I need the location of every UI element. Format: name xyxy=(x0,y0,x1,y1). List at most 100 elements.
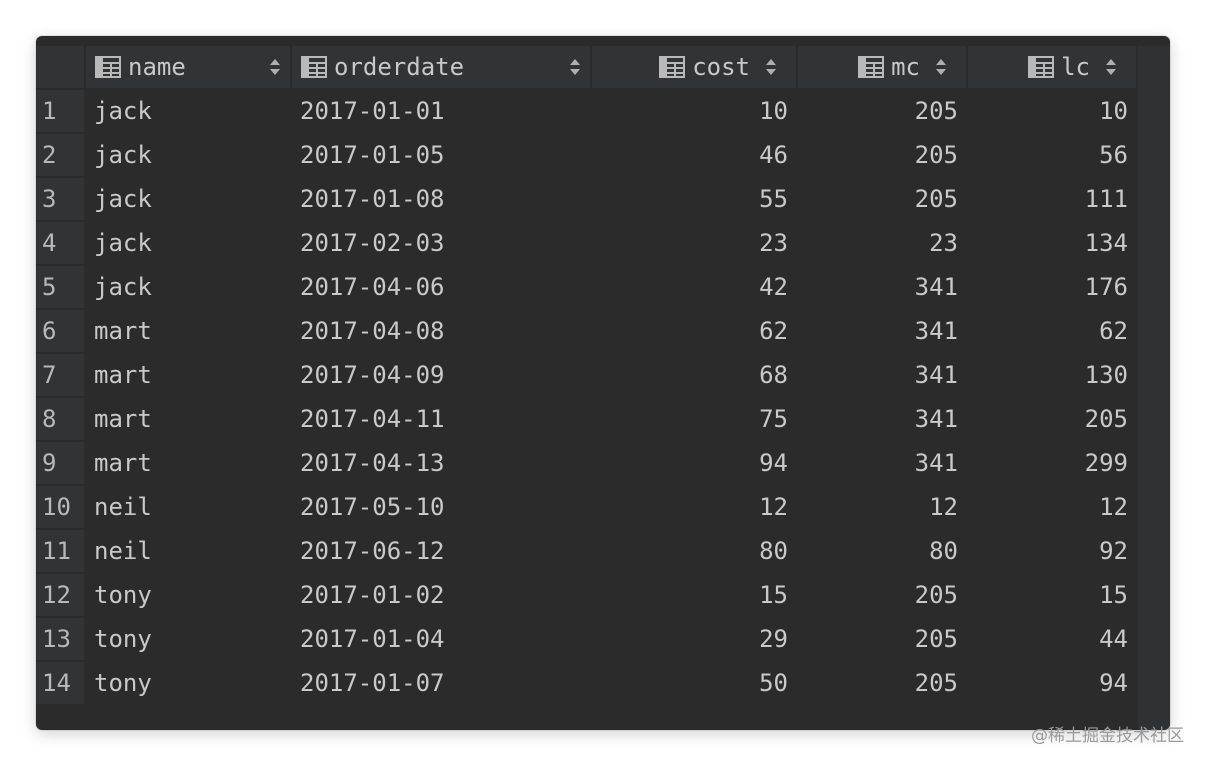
cell-mc[interactable]: 341 xyxy=(798,266,966,308)
cell-mc[interactable]: 205 xyxy=(798,90,966,132)
vertical-scrollbar-track[interactable] xyxy=(1138,46,1170,730)
cell-name[interactable]: jack xyxy=(86,178,290,220)
cell-name[interactable]: mart xyxy=(86,354,290,396)
cell-name[interactable]: tony xyxy=(86,662,290,704)
sort-updown-icon[interactable] xyxy=(934,57,948,77)
cell-orderdate[interactable]: 2017-01-01 xyxy=(292,90,590,132)
cell-orderdate[interactable]: 2017-04-06 xyxy=(292,266,590,308)
cell-name[interactable]: jack xyxy=(86,222,290,264)
cell-orderdate[interactable]: 2017-01-04 xyxy=(292,618,590,660)
cell-name[interactable]: mart xyxy=(86,442,290,484)
cell-orderdate[interactable]: 2017-06-12 xyxy=(292,530,590,572)
cell-orderdate[interactable]: 2017-01-07 xyxy=(292,662,590,704)
cell-mc[interactable]: 12 xyxy=(798,486,966,528)
cell-cost[interactable]: 42 xyxy=(592,266,796,308)
cell-mc[interactable]: 205 xyxy=(798,662,966,704)
cell-cost[interactable]: 12 xyxy=(592,486,796,528)
cell-name[interactable]: mart xyxy=(86,310,290,352)
cell-cost[interactable]: 62 xyxy=(592,310,796,352)
cell-cost[interactable]: 15 xyxy=(592,574,796,616)
cell-cost[interactable]: 75 xyxy=(592,398,796,440)
row-number: 3 xyxy=(36,178,84,220)
cell-cost[interactable]: 23 xyxy=(592,222,796,264)
cell-cost[interactable]: 80 xyxy=(592,530,796,572)
cell-lc[interactable]: 10 xyxy=(968,90,1136,132)
cell-name[interactable]: mart xyxy=(86,398,290,440)
cell-lc[interactable]: 111 xyxy=(968,178,1136,220)
cell-lc[interactable]: 176 xyxy=(968,266,1136,308)
table-row[interactable]: 5 jack 2017-04-06 42 341 176 xyxy=(36,266,1170,310)
table-row[interactable]: 12 tony 2017-01-02 15 205 15 xyxy=(36,574,1170,618)
cell-mc[interactable]: 341 xyxy=(798,398,966,440)
table-row[interactable]: 14 tony 2017-01-07 50 205 94 xyxy=(36,662,1170,706)
cell-mc[interactable]: 341 xyxy=(798,442,966,484)
column-header-name[interactable]: name xyxy=(86,46,290,88)
cell-mc[interactable]: 205 xyxy=(798,574,966,616)
table-row[interactable]: 1 jack 2017-01-01 10 205 10 xyxy=(36,90,1170,134)
sort-updown-icon[interactable] xyxy=(764,57,778,77)
table-row[interactable]: 2 jack 2017-01-05 46 205 56 xyxy=(36,134,1170,178)
table-row[interactable]: 3 jack 2017-01-08 55 205 111 xyxy=(36,178,1170,222)
cell-name[interactable]: tony xyxy=(86,574,290,616)
cell-name[interactable]: jack xyxy=(86,90,290,132)
cell-mc[interactable]: 80 xyxy=(798,530,966,572)
cell-mc[interactable]: 205 xyxy=(798,618,966,660)
cell-mc[interactable]: 341 xyxy=(798,354,966,396)
column-header-orderdate[interactable]: orderdate xyxy=(292,46,590,88)
cell-name[interactable]: jack xyxy=(86,134,290,176)
cell-lc[interactable]: 12 xyxy=(968,486,1136,528)
table-row[interactable]: 8 mart 2017-04-11 75 341 205 xyxy=(36,398,1170,442)
cell-mc[interactable]: 341 xyxy=(798,310,966,352)
table-row[interactable]: 4 jack 2017-02-03 23 23 134 xyxy=(36,222,1170,266)
cell-lc[interactable]: 62 xyxy=(968,310,1136,352)
cell-name[interactable]: neil xyxy=(86,530,290,572)
cell-mc[interactable]: 23 xyxy=(798,222,966,264)
cell-lc[interactable]: 134 xyxy=(968,222,1136,264)
cell-cost[interactable]: 50 xyxy=(592,662,796,704)
table-row[interactable]: 7 mart 2017-04-09 68 341 130 xyxy=(36,354,1170,398)
table-row[interactable]: 10 neil 2017-05-10 12 12 12 xyxy=(36,486,1170,530)
cell-lc[interactable]: 205 xyxy=(968,398,1136,440)
cell-name[interactable]: neil xyxy=(86,486,290,528)
cell-orderdate[interactable]: 2017-04-13 xyxy=(292,442,590,484)
cell-orderdate[interactable]: 2017-04-09 xyxy=(292,354,590,396)
column-header-mc[interactable]: mc xyxy=(798,46,966,88)
cell-lc[interactable]: 94 xyxy=(968,662,1136,704)
cell-orderdate[interactable]: 2017-01-02 xyxy=(292,574,590,616)
cell-cost[interactable]: 94 xyxy=(592,442,796,484)
row-number: 1 xyxy=(36,90,84,132)
cell-orderdate[interactable]: 2017-05-10 xyxy=(292,486,590,528)
sort-updown-icon[interactable] xyxy=(568,57,582,77)
cell-cost[interactable]: 10 xyxy=(592,90,796,132)
cell-orderdate[interactable]: 2017-04-08 xyxy=(292,310,590,352)
sort-updown-icon[interactable] xyxy=(1104,57,1118,77)
cell-name[interactable]: tony xyxy=(86,618,290,660)
column-header-cost[interactable]: cost xyxy=(592,46,796,88)
cell-mc[interactable]: 205 xyxy=(798,178,966,220)
table-row[interactable]: 6 mart 2017-04-08 62 341 62 xyxy=(36,310,1170,354)
cell-lc[interactable]: 15 xyxy=(968,574,1136,616)
table-row[interactable]: 13 tony 2017-01-04 29 205 44 xyxy=(36,618,1170,662)
table-row[interactable]: 9 mart 2017-04-13 94 341 299 xyxy=(36,442,1170,486)
cell-cost[interactable]: 29 xyxy=(592,618,796,660)
column-label: mc xyxy=(891,53,920,81)
cell-lc[interactable]: 44 xyxy=(968,618,1136,660)
result-grid-window: name orderdate cost mc lc 1 jack 2017-01… xyxy=(36,36,1170,730)
cell-cost[interactable]: 55 xyxy=(592,178,796,220)
cell-lc[interactable]: 56 xyxy=(968,134,1136,176)
cell-cost[interactable]: 68 xyxy=(592,354,796,396)
cell-lc[interactable]: 92 xyxy=(968,530,1136,572)
column-header-lc[interactable]: lc xyxy=(968,46,1136,88)
cell-mc[interactable]: 205 xyxy=(798,134,966,176)
cell-lc[interactable]: 130 xyxy=(968,354,1136,396)
cell-orderdate[interactable]: 2017-02-03 xyxy=(292,222,590,264)
row-number: 6 xyxy=(36,310,84,352)
cell-name[interactable]: jack xyxy=(86,266,290,308)
cell-orderdate[interactable]: 2017-01-08 xyxy=(292,178,590,220)
table-row[interactable]: 11 neil 2017-06-12 80 80 92 xyxy=(36,530,1170,574)
cell-orderdate[interactable]: 2017-01-05 xyxy=(292,134,590,176)
cell-lc[interactable]: 299 xyxy=(968,442,1136,484)
cell-cost[interactable]: 46 xyxy=(592,134,796,176)
cell-orderdate[interactable]: 2017-04-11 xyxy=(292,398,590,440)
sort-updown-icon[interactable] xyxy=(268,57,282,77)
